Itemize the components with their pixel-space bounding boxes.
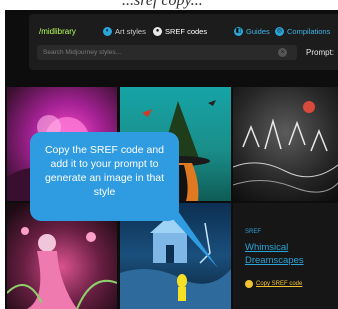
- callout-text: Copy the SREF code and add it to your pr…: [44, 144, 165, 198]
- overlay-text-fragment: ...sref copy...: [122, 0, 203, 9]
- top-strip: ...sref copy...: [0, 0, 338, 10]
- app-window: /midlibrary ◐ Art styles ● SREF codes ◧ …: [5, 10, 338, 309]
- tutorial-callout: Copy the SREF code and add it to your pr…: [30, 132, 179, 221]
